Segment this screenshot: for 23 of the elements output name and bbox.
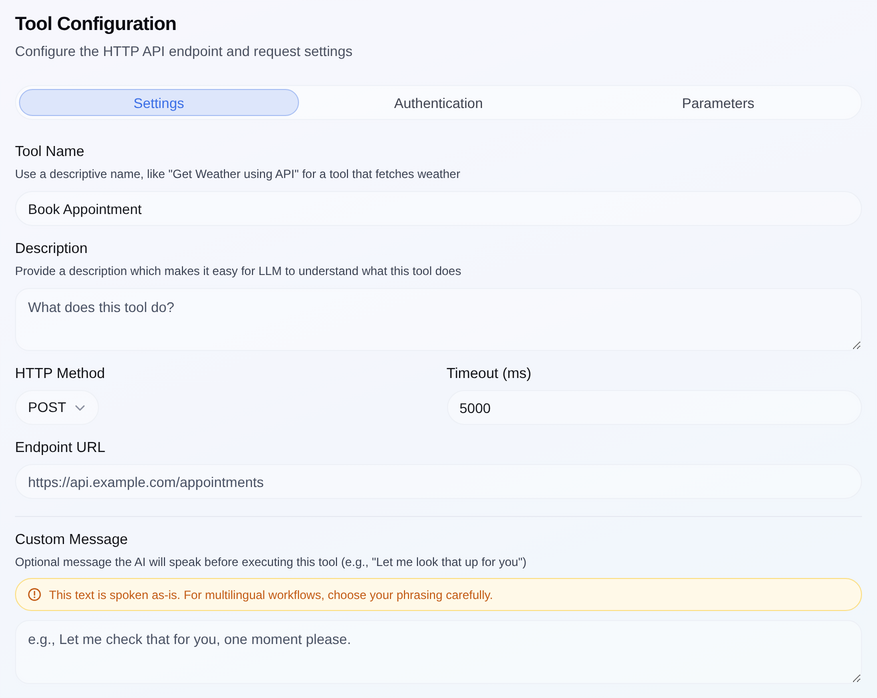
- text-input-field[interactable]: 5000: [446, 390, 862, 425]
- field-hint: Optional message the AI will speak before executing this tool (e.g., "Let me look that up for you"): [15, 554, 528, 570]
- field-label: Endpoint URL: [15, 439, 106, 458]
- chevron-down-icon: [75, 404, 86, 410]
- field-label: Custom Message: [15, 531, 129, 550]
- field-label: Timeout (ms): [446, 365, 532, 384]
- tab[interactable]: Authentication: [298, 89, 578, 116]
- warning-text: This text is spoken as-is. For multilingual workflows, choose your phrasing carefully.: [49, 586, 493, 604]
- text-input-field[interactable]: https://api.example.com/appointments: [15, 464, 862, 499]
- field-label: HTTP Method: [15, 365, 106, 384]
- textarea-field[interactable]: e.g., Let me check that for you, one moment please.: [15, 620, 862, 684]
- page-subtitle: Configure the HTTP API endpoint and request settings: [15, 42, 354, 61]
- field-label: Description: [15, 240, 89, 259]
- field-hint: Use a descriptive name, like "Get Weather using API" for a tool that fetches weather: [15, 166, 462, 182]
- field-hint: Provide a description which makes it easy for LLM to understand what this tool does: [15, 263, 462, 279]
- method-dropdown[interactable]: POST: [15, 390, 100, 425]
- tab[interactable]: Parameters: [578, 89, 858, 116]
- tab[interactable]: Settings: [19, 89, 299, 116]
- text-input-field[interactable]: Book Appointment: [15, 191, 862, 226]
- textarea-field[interactable]: What does this tool do?: [15, 288, 862, 351]
- page-title: Tool Configuration: [15, 13, 178, 37]
- field-label: Tool Name: [15, 143, 86, 162]
- warning-icon: [28, 588, 41, 601]
